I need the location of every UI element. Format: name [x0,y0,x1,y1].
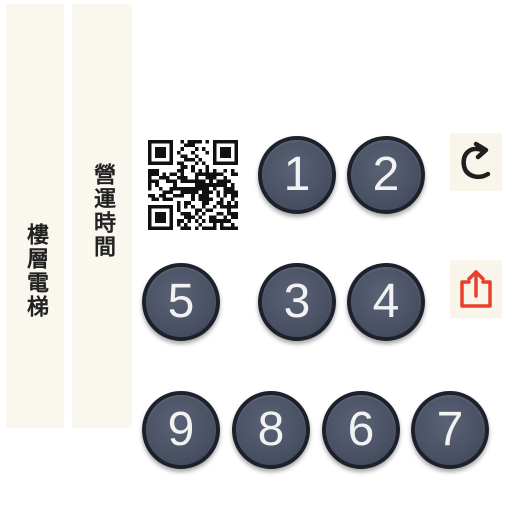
key-3[interactable]: 3 [258,263,336,341]
share-button[interactable] [450,260,502,318]
qr-code-icon[interactable] [148,140,238,230]
key-6[interactable]: 6 [322,391,400,469]
key-9[interactable]: 9 [142,391,220,469]
key-7[interactable]: 7 [411,391,489,469]
key-8[interactable]: 8 [232,391,310,469]
refresh-arrow-icon [461,141,491,179]
opening-hours-panel[interactable]: 營運時間 [72,4,132,428]
key-2[interactable]: 2 [347,136,425,214]
floor-elevator-label: 樓層電梯 [23,223,48,319]
share-upload-icon [460,270,492,308]
key-5[interactable]: 5 [142,263,220,341]
key-1[interactable]: 1 [258,136,336,214]
refresh-button[interactable] [450,133,502,191]
floor-elevator-panel[interactable]: 樓層電梯 [6,4,64,428]
opening-hours-label: 營運時間 [90,163,115,259]
key-4[interactable]: 4 [347,263,425,341]
